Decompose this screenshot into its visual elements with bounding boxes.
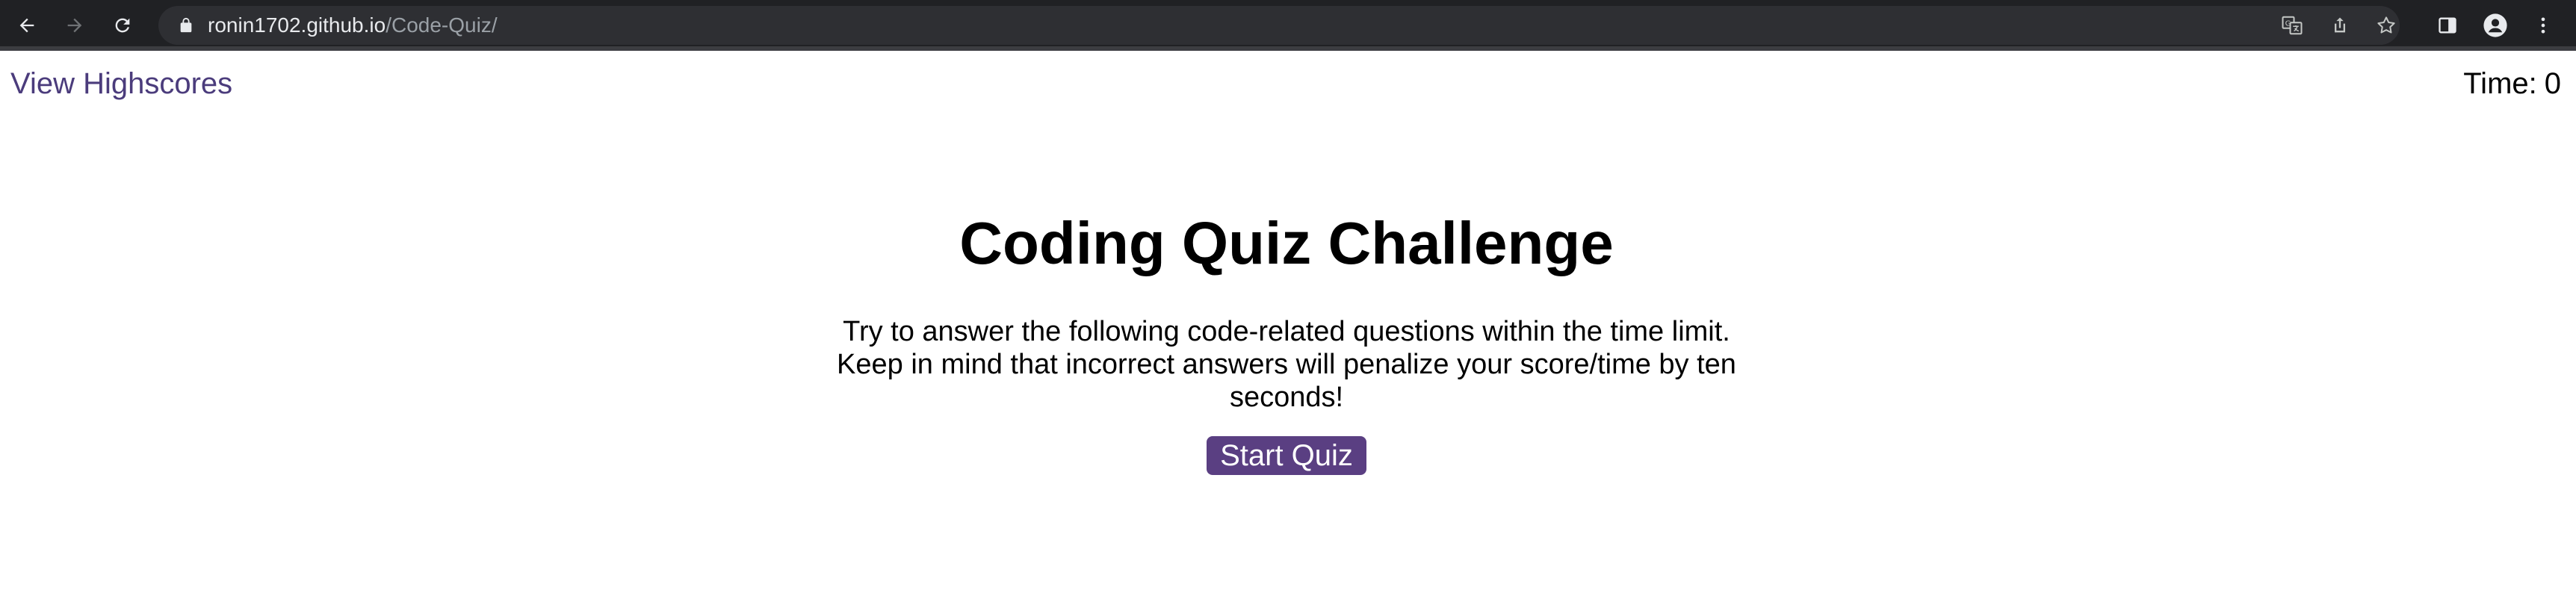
translate-icon: G — [2282, 16, 2303, 35]
view-highscores-link[interactable]: View Highscores — [10, 67, 232, 101]
reload-icon — [115, 18, 130, 33]
timer: Time: 0 — [2463, 67, 2561, 101]
lock-icon — [180, 17, 192, 33]
more-menu-icon — [2541, 17, 2545, 34]
profile-button[interactable] — [2480, 10, 2510, 40]
star-bookmark-icon — [2377, 16, 2395, 34]
back-arrow-icon — [19, 18, 34, 33]
profile-icon — [2483, 13, 2507, 37]
url-text[interactable]: ronin1702.github.io/Code-Quiz/ — [208, 6, 498, 45]
timer-value: 0 — [2544, 67, 2561, 100]
url-path: /Code-Quiz/ — [386, 13, 498, 37]
share-icon — [2335, 17, 2345, 33]
back-button[interactable] — [12, 10, 42, 40]
url-host: ronin1702.github.io — [208, 13, 386, 37]
share-button[interactable] — [2325, 10, 2355, 40]
side-panel-button[interactable] — [2433, 10, 2462, 40]
forward-arrow-icon — [67, 18, 82, 33]
reload-button[interactable] — [108, 10, 137, 40]
quiz-description: Try to answer the following code-related… — [837, 316, 1736, 413]
side-panel-icon — [2439, 17, 2456, 34]
page-title: Coding Quiz Challenge — [959, 210, 1614, 276]
intro-section: Coding Quiz Challenge Try to answer the … — [829, 200, 1744, 475]
more-menu-button[interactable] — [2528, 10, 2558, 40]
browser-toolbar: ronin1702.github.io/Code-Quiz/ G — [0, 0, 2576, 51]
bookmark-button[interactable] — [2371, 10, 2401, 40]
forward-button[interactable] — [60, 10, 90, 40]
address-bar[interactable]: ronin1702.github.io/Code-Quiz/ G — [158, 6, 2400, 45]
start-quiz-button[interactable]: Start Quiz — [1207, 436, 1366, 475]
translate-button[interactable]: G — [2277, 10, 2307, 40]
timer-label: Time: — [2463, 67, 2537, 100]
page-content: View Highscores Time: 0 Coding Quiz Chall… — [0, 51, 2576, 596]
